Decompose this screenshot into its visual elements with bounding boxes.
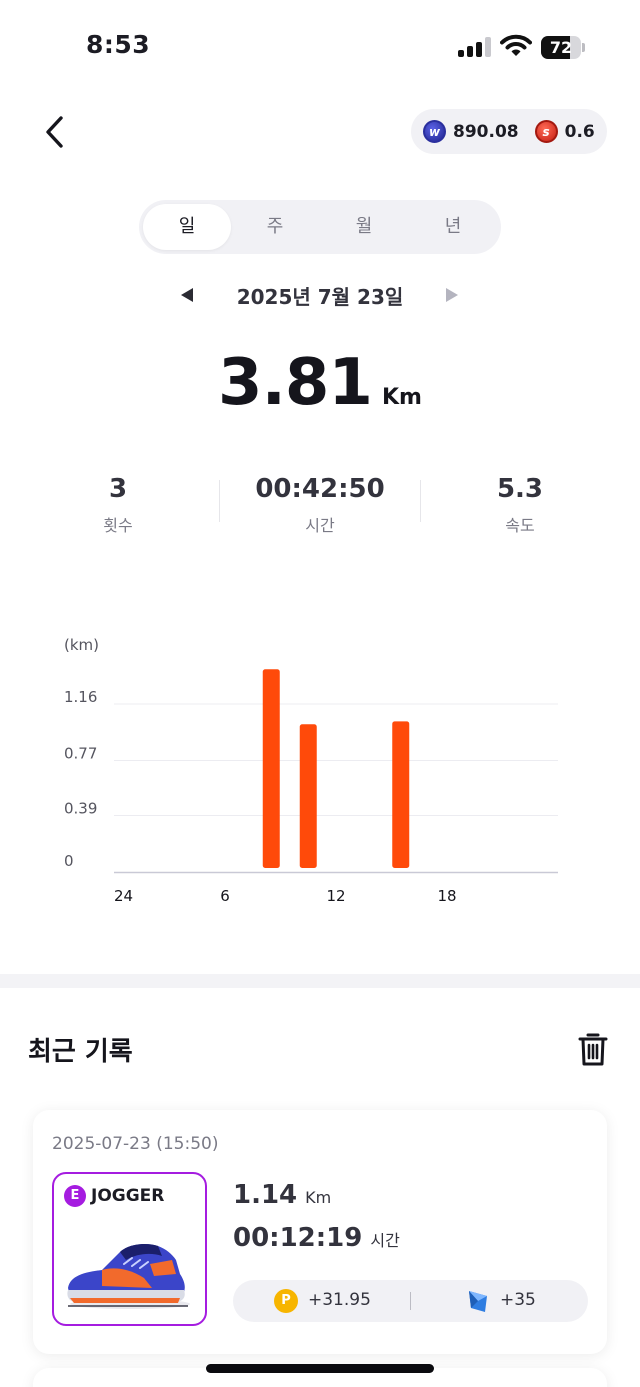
stat-count-label: 횟수 (103, 516, 133, 535)
record-time-value: 00:12:19 (233, 1223, 363, 1253)
chart-x-tick-label: 6 (220, 887, 230, 905)
reward-tiles: +35 (500, 1290, 536, 1310)
w-coin-balance: 890.08 (453, 121, 519, 142)
reward-points: +31.95 (308, 1290, 371, 1310)
chart-x-tick-label: 24 (114, 887, 133, 905)
chart-bar (392, 721, 410, 868)
stat-speed: 5.3 속도 (420, 474, 620, 536)
reward-divider (410, 1292, 411, 1310)
tab-month[interactable]: 월 (320, 204, 408, 250)
total-distance: 3.81 Km (0, 346, 640, 420)
record-distance: 1.14 Km (233, 1180, 331, 1210)
stat-count-value: 3 (108, 474, 128, 504)
record-time-unit: 시간 (370, 1231, 400, 1250)
record-time: 00:12:19 시간 (233, 1223, 400, 1253)
chart-y-tick-label: 0.39 (64, 800, 97, 818)
hourly-distance-chart: (km) 1.16 0.77 0.39 0 24 6 12 18 (64, 636, 558, 905)
record-rewards: P +31.95 +35 (233, 1280, 588, 1322)
previous-date-button[interactable] (176, 282, 198, 308)
status-time: 8:53 (86, 30, 151, 59)
shoe-card: E JOGGER (52, 1172, 207, 1326)
s-coin-balance: 0.6 (564, 121, 595, 142)
stat-time-value: 00:42:50 (255, 474, 385, 504)
status-bar: 8:53 72 (0, 0, 640, 96)
home-indicator (206, 1364, 434, 1373)
battery-icon: 72 (541, 36, 585, 59)
cellular-signal-icon (458, 37, 492, 57)
chart-y-tick-label: 0 (64, 852, 74, 870)
tab-week[interactable]: 주 (231, 204, 319, 250)
tab-day[interactable]: 일 (143, 204, 231, 250)
record-distance-unit: Km (305, 1188, 332, 1207)
distance-unit: Km (381, 385, 422, 410)
chart-y-axis-unit: (km) (64, 636, 99, 654)
stat-time-label: 시간 (305, 516, 335, 535)
next-date-button[interactable] (441, 282, 463, 308)
tab-year[interactable]: 년 (409, 204, 497, 250)
stat-time: 00:42:50 시간 (220, 474, 420, 536)
chart-bar (262, 669, 280, 868)
record-distance-value: 1.14 (233, 1180, 298, 1210)
distance-value: 3.81 (218, 346, 373, 420)
record-card[interactable]: 2025-07-23 (15:50) E JOGGER 1.14 Km 00:1… (33, 1110, 607, 1354)
period-tabs: 일 주 월 년 (139, 200, 501, 254)
grade-label: JOGGER (91, 1186, 165, 1206)
back-button[interactable] (34, 110, 74, 154)
chart-y-tick-label: 0.77 (64, 744, 97, 762)
chevron-left-icon (46, 116, 63, 148)
wifi-icon (500, 34, 532, 56)
w-coin-icon: w (423, 120, 446, 143)
date-label: 2025년 7월 23일 (236, 285, 404, 309)
stat-count: 3 횟수 (18, 474, 218, 536)
s-coin-icon: s (534, 120, 558, 143)
section-separator (0, 974, 640, 988)
chart-x-tick-label: 12 (326, 887, 345, 905)
chart-y-tick-label: 1.16 (64, 688, 97, 706)
delete-button[interactable] (574, 1028, 612, 1070)
balance-pill[interactable]: w 890.08 s 0.6 (411, 109, 607, 154)
stat-speed-value: 5.3 (496, 474, 544, 504)
chart-bar (299, 724, 317, 868)
grade-badge: E (64, 1185, 86, 1207)
chart-x-tick-label: 18 (437, 887, 456, 905)
running-shoe-image (67, 1244, 190, 1309)
recent-records-title: 최근 기록 (28, 1037, 133, 1067)
stat-speed-label: 속도 (505, 516, 535, 535)
record-datetime: 2025-07-23 (15:50) (52, 1134, 219, 1154)
trash-icon (578, 1033, 608, 1066)
tile-icon (469, 1291, 487, 1312)
point-coin-icon: P (274, 1289, 298, 1313)
battery-level: 72 (549, 38, 573, 57)
